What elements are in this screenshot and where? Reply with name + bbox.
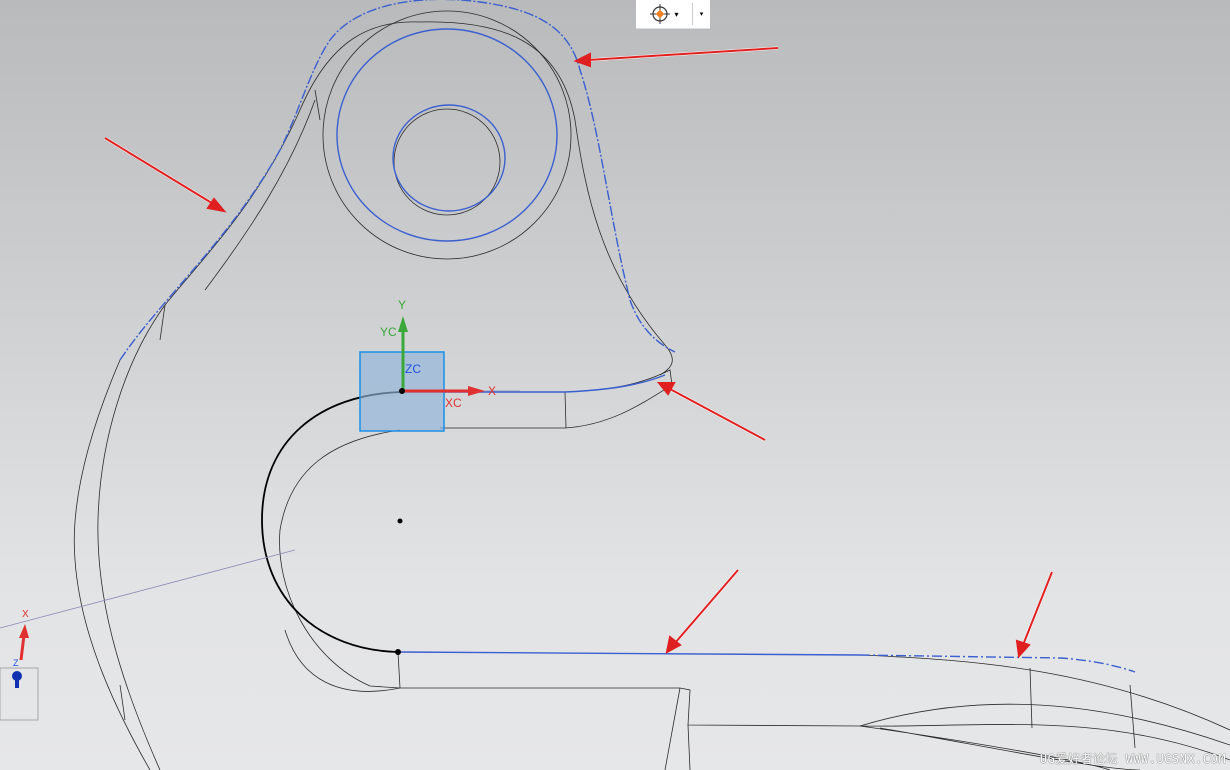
triad-z-label: Z	[13, 658, 19, 668]
snap-point-button[interactable]: ▾	[636, 0, 692, 28]
x-axis-label: X	[488, 384, 497, 398]
arc-end-point	[395, 649, 401, 655]
cad-viewport[interactable]	[0, 0, 1230, 770]
yc-axis-label: YC	[380, 325, 397, 339]
watermark: UG爱好者论坛 WWW.UGSNX.COM	[1039, 752, 1226, 766]
work-plane-line	[0, 549, 296, 629]
view-triad	[0, 624, 39, 721]
snap-toolbar: ▾ ▾	[636, 0, 710, 29]
snap-point-icon	[650, 4, 671, 24]
xc-axis-label: XC	[445, 396, 462, 410]
arc-center-point	[397, 518, 403, 524]
highlighted-edges	[119, 0, 1136, 673]
toolbar-overflow-button[interactable]: ▾	[693, 0, 710, 28]
triad-x-label: X	[22, 609, 29, 620]
snap-dropdown-icon[interactable]: ▾	[674, 10, 678, 19]
x-axis-arrow[interactable]	[468, 386, 485, 396]
y-axis-label: Y	[398, 298, 407, 312]
annotation-arrows	[104, 46, 1054, 659]
part-edges	[73, 10, 1230, 770]
y-axis-arrow[interactable]	[398, 316, 408, 332]
zc-axis-label: ZC	[405, 362, 421, 376]
